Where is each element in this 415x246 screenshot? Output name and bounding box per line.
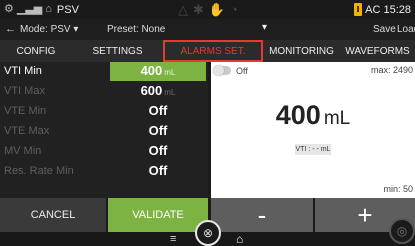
status-right: AC 15:28: [354, 2, 411, 17]
tab-config[interactable]: CONFIG: [0, 40, 72, 62]
mode-bar: ← Mode: PSV ▾ Preset: None ▾ Save Load: [0, 19, 415, 40]
alarm-row-vte-min[interactable]: VTE Min Off: [0, 102, 208, 121]
load-button[interactable]: Load: [397, 24, 415, 35]
alarm-number: Off: [148, 143, 168, 158]
home-icon[interactable]: ⌂: [236, 232, 243, 246]
toggle-label: Off: [236, 66, 248, 76]
bars-icon: ▁▃▅: [16, 3, 43, 15]
alarm-value: 600 mL: [110, 82, 206, 101]
alarm-value: 400 mL: [110, 62, 206, 81]
alarm-value: Off: [110, 162, 206, 181]
min-label: min: 50: [383, 184, 413, 194]
chevron-down-icon[interactable]: ▾: [262, 22, 267, 33]
battery-icon: [354, 3, 363, 16]
alarm-row-vte-max[interactable]: VTE Max Off: [0, 122, 208, 141]
preset-label[interactable]: Preset: None: [107, 24, 165, 35]
alarm-name: VTE Max: [4, 125, 50, 137]
status-icons: △ ✱ ✋ ◔: [178, 2, 238, 17]
alarm-detail-panel: Off max: 2490 400 mL VTI : - - mL min: 50: [211, 62, 415, 198]
status-left: ⚙ ▁▃▅ ⌂ PSV: [4, 2, 79, 17]
alarm-list: VTI Min 400 mL VTI Max 600 mL VTE Min Of…: [0, 62, 208, 198]
alarm-value: Off: [110, 122, 206, 141]
tab-bar: CONFIG SETTINGS ALARMS SET. MONITORING W…: [0, 40, 415, 62]
alarm-row-vti-min[interactable]: VTI Min 400 mL: [0, 62, 208, 81]
alarm-value: Off: [110, 102, 206, 121]
tab-alarms-set[interactable]: ALARMS SET.: [163, 40, 263, 62]
mode-title: PSV: [56, 3, 79, 16]
alarm-number: Off: [148, 123, 168, 138]
fan-icon: ✱: [193, 2, 204, 17]
alarm-unit: mL: [164, 88, 176, 97]
tab-monitoring[interactable]: MONITORING: [263, 40, 340, 62]
ventilation-icon[interactable]: ⊗: [195, 220, 221, 246]
alarm-number: 400: [140, 63, 163, 78]
alarm-name: Res. Rate Min: [4, 165, 74, 177]
alarm-row-vti-max[interactable]: VTI Max 600 mL: [0, 82, 208, 101]
menu-icon[interactable]: ≡: [170, 233, 176, 245]
alarm-name: MV Min: [4, 145, 42, 157]
bell-icon: ◔: [230, 2, 238, 17]
standby-icon[interactable]: ◎: [389, 218, 415, 244]
tab-settings[interactable]: SETTINGS: [72, 40, 163, 62]
alarm-name: VTI Max: [4, 85, 45, 97]
settings-icon[interactable]: ⚙: [4, 2, 14, 17]
alarm-number: Off: [148, 103, 168, 118]
alarm-name: VTI Min: [4, 65, 42, 77]
tab-waveforms[interactable]: WAVEFORMS: [340, 40, 415, 62]
alarm-number: 600: [140, 83, 163, 98]
alarm-toggle[interactable]: [213, 65, 231, 76]
max-label: max: 2490: [370, 65, 413, 75]
current-value: 400 mL: [211, 100, 415, 131]
cancel-button[interactable]: CANCEL: [0, 198, 106, 232]
vti-readout-chip: VTI : - - mL: [295, 144, 331, 155]
alarm-value: Off: [110, 142, 206, 161]
current-value-number: 400: [275, 100, 321, 130]
current-value-unit: mL: [323, 108, 351, 129]
hand-icon: ✋: [208, 2, 226, 17]
alarm-name: VTE Min: [4, 105, 47, 117]
validate-button[interactable]: VALIDATE: [108, 198, 208, 232]
save-button[interactable]: Save: [373, 24, 396, 35]
house-icon: ⌂: [45, 3, 52, 15]
warning-icon: △: [178, 2, 188, 17]
back-arrow-icon[interactable]: ←: [5, 23, 16, 35]
decrement-button[interactable]: -: [211, 198, 313, 232]
mode-dropdown[interactable]: Mode: PSV ▾: [20, 24, 78, 35]
alarm-unit: mL: [164, 68, 176, 77]
ac-time: AC 15:28: [365, 3, 411, 16]
alarm-row-mv-min[interactable]: MV Min Off: [0, 142, 208, 161]
alarm-row-res-rate-min[interactable]: Res. Rate Min Off: [0, 162, 208, 181]
alarm-number: Off: [148, 163, 168, 178]
status-bar: ⚙ ▁▃▅ ⌂ PSV △ ✱ ✋ ◔ AC 15:28: [0, 0, 415, 19]
